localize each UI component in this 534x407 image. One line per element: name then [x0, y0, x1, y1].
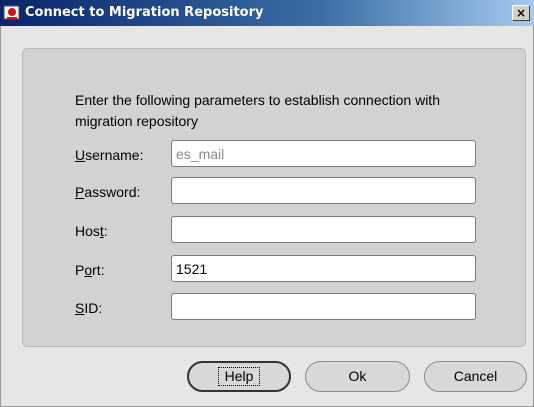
port-field[interactable] [171, 255, 476, 282]
ok-button[interactable]: Ok [305, 361, 410, 392]
app-icon [3, 5, 20, 20]
sid-label: SID: [75, 300, 103, 316]
ok-button-label: Ok [348, 368, 367, 384]
help-button[interactable]: Help [187, 361, 291, 392]
host-field[interactable] [171, 216, 476, 243]
password-label: Password: [75, 184, 141, 200]
window-title: Connect to Migration Repository [25, 5, 264, 20]
sid-field[interactable] [171, 293, 476, 320]
password-field[interactable] [171, 177, 476, 204]
help-button-label: Help [217, 367, 261, 386]
title-bar[interactable]: Connect to Migration Repository × [0, 0, 534, 26]
host-label: Host: [75, 223, 108, 239]
username-field[interactable] [171, 140, 476, 167]
cancel-button[interactable]: Cancel [424, 361, 527, 392]
close-icon: × [515, 6, 527, 20]
username-label: Username: [75, 147, 144, 163]
instructions-text: Enter the following parameters to establ… [75, 92, 440, 129]
close-button[interactable]: × [512, 5, 530, 21]
cancel-button-label: Cancel [453, 368, 498, 384]
port-label: Port: [75, 262, 105, 278]
